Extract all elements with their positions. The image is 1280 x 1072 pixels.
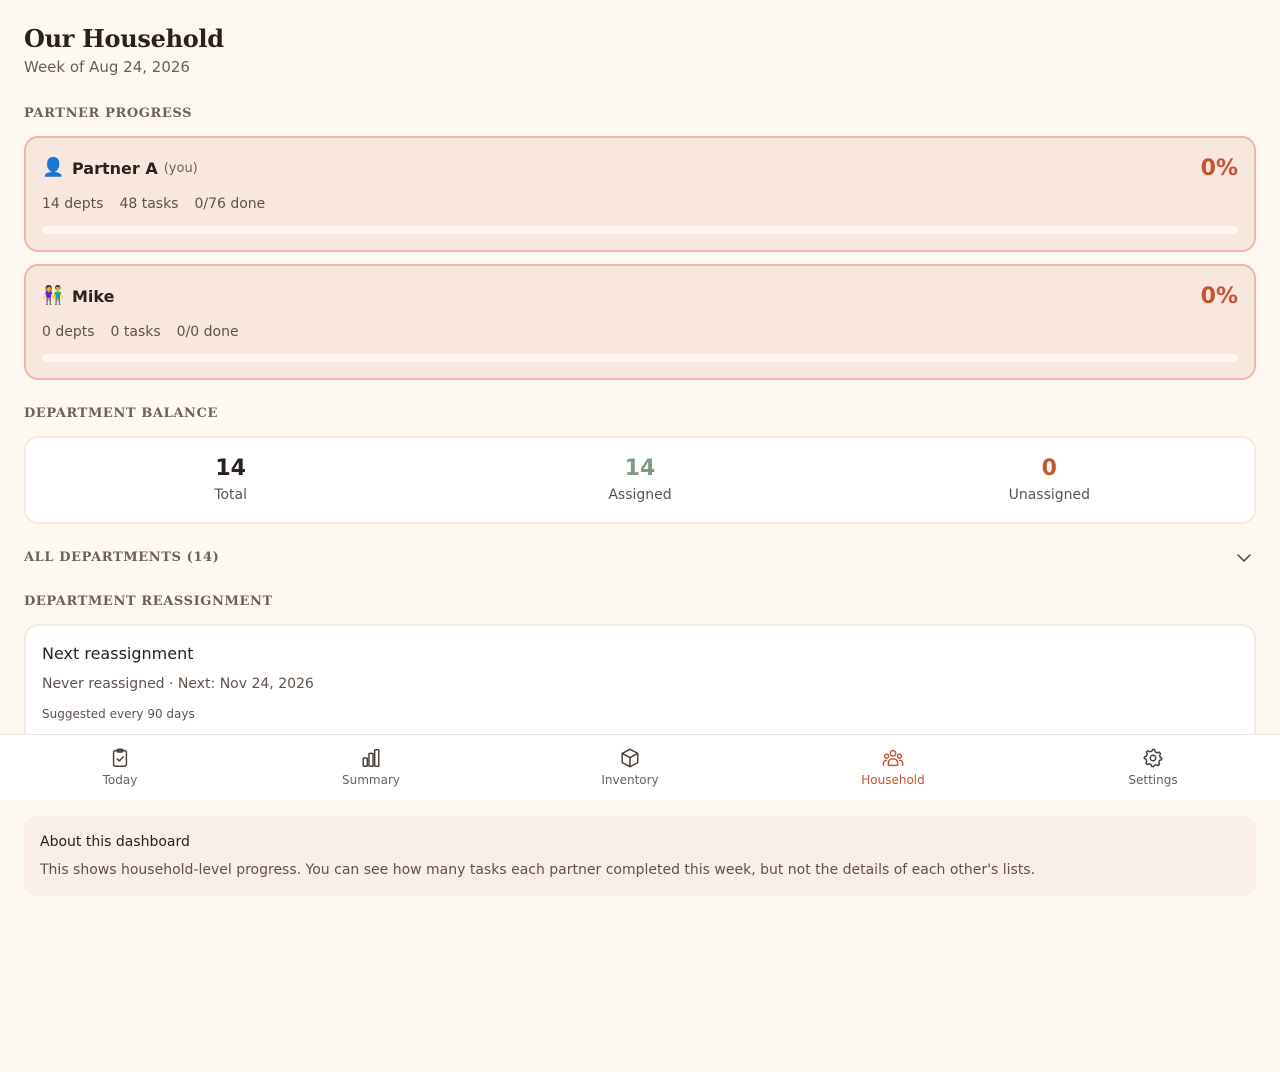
partner-percent: 0% — [1200, 156, 1238, 181]
balance-total-value: 14 — [215, 456, 246, 481]
nav-label-inventory: Inventory — [601, 773, 659, 787]
bottom-nav: Today Summary Inventory Household Settin… — [0, 734, 1280, 800]
nav-label-summary: Summary — [342, 773, 400, 787]
nav-label-settings: Settings — [1128, 773, 1178, 787]
balance-assigned: 14 Assigned — [435, 438, 844, 522]
balance-unassigned-label: Unassigned — [1008, 487, 1091, 503]
balance-unassigned-value: 0 — [1041, 456, 1057, 481]
partner-depts: 14 depts — [42, 196, 104, 212]
nav-label-today: Today — [102, 773, 138, 787]
partner-stats: 0 depts 0 tasks 0/0 done — [42, 324, 239, 340]
reassignment-meta: Never reassigned · Next: Nov 24, 2026 — [42, 676, 314, 692]
clipboard-check-icon — [112, 748, 128, 767]
users-icon — [882, 749, 904, 767]
progress-bar — [42, 226, 1238, 234]
balance-assigned-value: 14 — [624, 456, 656, 481]
nav-label-household: Household — [861, 773, 925, 787]
you-tag: (you) — [163, 160, 198, 176]
box-icon — [621, 748, 639, 768]
person-icon: 👤 — [42, 157, 65, 178]
reassignment-note: Suggested every 90 days — [42, 707, 195, 721]
partner-card-a: 👤 Partner A (you) 0% 14 depts 48 tasks 0… — [24, 136, 1256, 252]
nav-settings[interactable]: Settings — [1093, 747, 1213, 787]
about-text: This shows household-level progress. You… — [40, 862, 1036, 878]
week-subtitle: Week of Aug 24, 2026 — [24, 58, 190, 76]
partner-percent: 0% — [1200, 284, 1238, 309]
household-page: Our Household Week of Aug 24, 2026 PARTN… — [0, 0, 1280, 1072]
about-card: About this dashboard This shows househol… — [24, 816, 1256, 896]
balance-unassigned: 0 Unassigned — [845, 438, 1254, 522]
about-title: About this dashboard — [40, 834, 190, 850]
nav-today[interactable]: Today — [60, 747, 180, 787]
partner-card-mike: 👫 Mike 0% 0 depts 0 tasks 0/0 done — [24, 264, 1256, 380]
section-label-all-departments: ALL DEPARTMENTS (14) — [24, 550, 220, 565]
partner-tasks: 0 tasks — [110, 324, 161, 340]
department-balance-card: 14 Total 14 Assigned 0 Unassigned — [24, 436, 1256, 524]
balance-total-label: Total — [214, 487, 248, 503]
partner-name: Partner A — [72, 158, 158, 178]
balance-total: 14 Total — [26, 438, 435, 522]
couple-icon: 👫 — [42, 285, 65, 306]
nav-summary[interactable]: Summary — [311, 747, 431, 787]
nav-household[interactable]: Household — [833, 747, 953, 787]
partner-stats: 14 depts 48 tasks 0/76 done — [42, 196, 265, 212]
progress-bar — [42, 354, 1238, 362]
page-title: Our Household — [24, 24, 224, 53]
gear-icon — [1143, 748, 1163, 768]
partner-tasks: 48 tasks — [119, 196, 179, 212]
bar-chart-icon — [362, 749, 380, 767]
all-departments-toggle[interactable]: ALL DEPARTMENTS (14) — [24, 548, 1256, 568]
chevron-down-icon[interactable] — [1234, 548, 1254, 568]
section-label-department-balance: DEPARTMENT BALANCE — [24, 406, 218, 421]
partner-name: Mike — [72, 286, 115, 306]
partner-header: 👤 Partner A (you) — [42, 158, 198, 178]
nav-inventory[interactable]: Inventory — [570, 747, 690, 787]
section-label-department-reassignment: DEPARTMENT REASSIGNMENT — [24, 594, 273, 609]
partner-header: 👫 Mike — [42, 286, 114, 306]
partner-done: 0/76 done — [194, 196, 266, 212]
reassignment-title: Next reassignment — [42, 644, 194, 663]
partner-done: 0/0 done — [176, 324, 239, 340]
balance-assigned-label: Assigned — [608, 487, 672, 503]
section-label-partner-progress: PARTNER PROGRESS — [24, 106, 193, 121]
partner-depts: 0 depts — [42, 324, 95, 340]
